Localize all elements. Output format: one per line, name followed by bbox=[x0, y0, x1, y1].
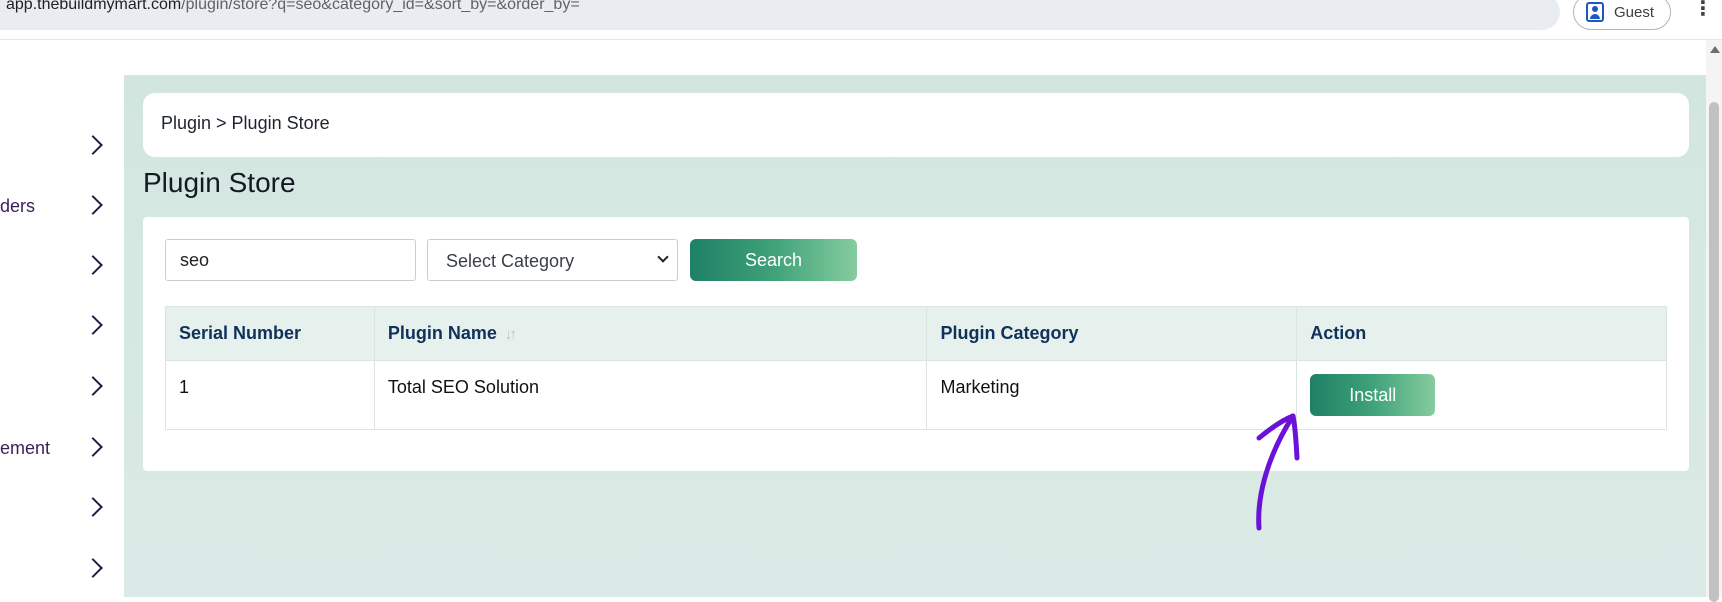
chevron-right-icon bbox=[83, 195, 103, 215]
page-scrollbar[interactable] bbox=[1706, 40, 1722, 602]
annotation-arrow-icon bbox=[1256, 413, 1300, 531]
chevron-right-icon bbox=[83, 255, 103, 275]
category-select[interactable]: Select Category bbox=[427, 239, 678, 281]
install-button[interactable]: Install bbox=[1310, 374, 1436, 416]
breadcrumb[interactable]: Plugin > Plugin Store bbox=[161, 113, 330, 134]
search-input[interactable] bbox=[165, 239, 416, 281]
scroll-thumb[interactable] bbox=[1709, 102, 1719, 602]
page-title: Plugin Store bbox=[143, 167, 296, 198]
plugin-table: Serial Number Plugin Name ↓↑ Plugin Categ… bbox=[165, 306, 1667, 430]
plugin-store-card: Select Category Search Serial Number Plu… bbox=[143, 217, 1689, 471]
chevron-right-icon bbox=[83, 558, 103, 578]
sidebar: ders ement bbox=[0, 40, 124, 597]
sort-icon[interactable]: ↓↑ bbox=[505, 326, 517, 343]
chevron-down-icon bbox=[657, 251, 669, 263]
profile-label: Guest bbox=[1614, 3, 1655, 21]
column-header-action: Action bbox=[1296, 306, 1667, 361]
sidebar-item-label: ders bbox=[0, 196, 36, 216]
cell-action: Install bbox=[1296, 360, 1667, 430]
chevron-right-icon bbox=[83, 315, 103, 335]
chevron-right-icon bbox=[83, 376, 103, 396]
scroll-up-icon[interactable] bbox=[1710, 46, 1720, 53]
column-header-category: Plugin Category bbox=[926, 306, 1298, 361]
address-bar[interactable]: app.thebuildmymart.com/plugin/store?q=se… bbox=[0, 0, 1560, 30]
url-text[interactable]: app.thebuildmymart.com/plugin/store?q=se… bbox=[6, 0, 580, 14]
url-host: app.thebuildmymart.com bbox=[6, 0, 182, 13]
main-content: Plugin > Plugin Store Plugin Store Selec… bbox=[124, 75, 1709, 597]
sidebar-item-7[interactable] bbox=[0, 490, 124, 530]
column-header-label: Plugin Category bbox=[940, 323, 1079, 343]
user-profile-icon bbox=[1586, 2, 1604, 22]
cell-serial: 1 bbox=[165, 360, 375, 430]
table-header-row: Serial Number Plugin Name ↓↑ Plugin Categ… bbox=[165, 306, 1667, 361]
sidebar-item-label: ement bbox=[0, 438, 51, 458]
sidebar-item-management[interactable]: ement bbox=[0, 430, 124, 470]
browser-toolbar: app.thebuildmymart.com/plugin/store?q=se… bbox=[0, 0, 1722, 40]
breadcrumb-card: Plugin > Plugin Store bbox=[143, 93, 1689, 157]
column-header-serial: Serial Number bbox=[165, 306, 375, 361]
sidebar-item-4[interactable] bbox=[0, 308, 124, 348]
table-row: 1 Total SEO Solution Marketing Install bbox=[165, 360, 1667, 430]
search-button[interactable]: Search bbox=[690, 239, 857, 281]
profile-button[interactable]: Guest bbox=[1573, 0, 1671, 30]
sidebar-item-5[interactable] bbox=[0, 369, 124, 409]
column-header-label: Plugin Name bbox=[387, 323, 497, 343]
column-header-label: Serial Number bbox=[179, 323, 302, 343]
cell-category: Marketing bbox=[926, 360, 1298, 430]
sidebar-item-8[interactable] bbox=[0, 551, 124, 591]
url-path: /plugin/store?q=seo&category_id=&sort_by… bbox=[181, 0, 580, 13]
more-vert-icon[interactable]: ⋮ bbox=[1693, 0, 1713, 18]
sidebar-item-3[interactable] bbox=[0, 248, 124, 288]
sidebar-item-1[interactable] bbox=[0, 128, 124, 168]
chevron-right-icon bbox=[83, 497, 103, 517]
cell-plugin-name: Total SEO Solution bbox=[373, 360, 928, 430]
sidebar-item-orders[interactable]: ders bbox=[0, 188, 124, 228]
column-header-label: Action bbox=[1310, 323, 1367, 343]
chevron-right-icon bbox=[83, 437, 103, 457]
chevron-right-icon bbox=[83, 135, 103, 155]
column-header-plugin-name[interactable]: Plugin Name ↓↑ bbox=[373, 306, 928, 361]
category-select-label: Select Category bbox=[446, 251, 575, 271]
